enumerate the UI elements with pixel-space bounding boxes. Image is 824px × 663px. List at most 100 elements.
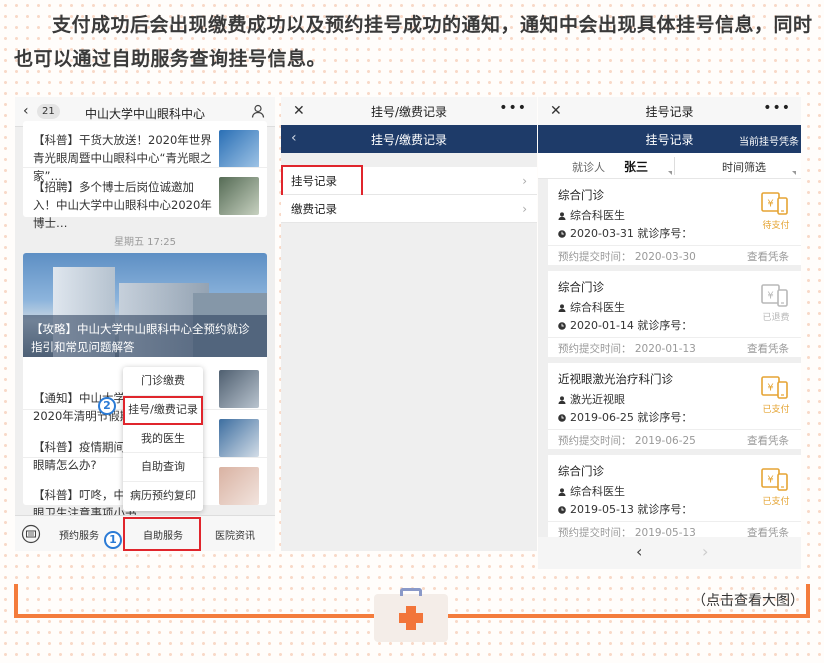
more-icon[interactable]: •••	[763, 100, 791, 116]
current-slip-link[interactable]: 当前挂号凭条	[739, 133, 799, 148]
visit-date: 2020-01-14 就诊序号：	[570, 319, 693, 332]
doctor-name: 激光近视眼	[570, 393, 625, 406]
page-header: 挂号记录 当前挂号凭条	[538, 125, 801, 153]
article-thumbnail	[219, 370, 259, 408]
registration-record-card[interactable]: 综合门诊 综合科医生 2019-05-13 就诊序号： 预约提交时间： 2019-05…	[548, 455, 801, 541]
svg-text:¥: ¥	[767, 475, 773, 486]
menu-item-registration-records[interactable]: 挂号/缴费记录	[123, 395, 203, 425]
account-title: 中山大学中山眼科中心	[84, 107, 205, 121]
article-card-top: 【科普】干货大放送！2020年世界青光眼周暨中山眼科中心“青光眼之家”… 【招聘…	[23, 121, 267, 230]
person-icon	[558, 396, 566, 404]
visit-date: 2019-05-13 就诊序号：	[570, 503, 693, 516]
prev-page-button[interactable]: ‹	[636, 542, 642, 561]
article-item[interactable]: 【招聘】多个博士后岗位诚邀加入！中山大学中山眼科中心2020年博士…	[23, 167, 267, 230]
more-icon[interactable]: •••	[499, 100, 527, 116]
submit-time: 预约提交时间： 2019-06-25	[558, 435, 696, 447]
page-title: 挂号/缴费记录	[370, 133, 448, 147]
doctor-name: 综合科医生	[570, 485, 625, 498]
doctor-row: 综合科医生	[558, 483, 625, 499]
view-large-hint[interactable]: （点击查看大图）	[692, 590, 804, 610]
self-service-popup-menu: 门诊缴费 挂号/缴费记录 我的医生 自助查询 病历预约复印	[123, 367, 203, 511]
view-slip-link[interactable]: 查看凭条	[747, 341, 789, 356]
person-icon	[558, 212, 566, 220]
nav-hospital-news[interactable]: 医院资讯	[215, 527, 255, 542]
doctor-row: 综合科医生	[558, 299, 625, 315]
view-slip-link[interactable]: 查看凭条	[747, 249, 789, 264]
doctor-row: 综合科医生	[558, 207, 625, 223]
next-page-button[interactable]: ›	[702, 542, 708, 561]
menu-item-clinic-payment[interactable]: 门诊缴费	[123, 367, 203, 396]
payment-status-label: 已支付	[762, 497, 790, 507]
person-icon[interactable]	[251, 104, 265, 118]
doctor-row: 激光近视眼	[558, 391, 625, 407]
department-name: 综合门诊	[558, 464, 604, 478]
payment-status: ¥ 已支付	[759, 467, 793, 507]
dropdown-triangle-icon	[668, 171, 672, 175]
article-thumbnail	[219, 177, 259, 215]
intro-paragraph: 支付成功后会出现缴费成功以及预约挂号成功的通知，通知中会出现具体挂号信息，同时也…	[14, 14, 813, 70]
person-icon	[558, 304, 566, 312]
menu-item-record-copy[interactable]: 病历预约复印	[123, 482, 203, 511]
submit-time: 预约提交时间： 2020-01-13	[558, 343, 696, 355]
article-thumbnail	[219, 130, 259, 168]
registration-record-card[interactable]: 综合门诊综合科医生 2020-03-31 就诊序号： 预约提交时间： 2020-03…	[548, 179, 801, 265]
clock-icon	[558, 506, 566, 514]
department-name: 综合门诊	[558, 280, 604, 294]
view-slip-link[interactable]: 查看凭条	[747, 433, 789, 448]
hero-caption[interactable]: 【攻略】中山大学中山眼科中心全预约就诊指引和常见问题解答	[23, 315, 267, 357]
clock-icon	[558, 230, 566, 238]
payment-status-label: 待支付	[762, 221, 790, 231]
payment-status: ¥ 已支付	[759, 375, 793, 415]
menu-item-self-query[interactable]: 自助查询	[123, 453, 203, 483]
menu-payment-records[interactable]: 缴费记录 ›	[281, 195, 537, 223]
payment-status-icon: ¥	[761, 192, 788, 215]
message-time: 星期五 17:25	[114, 237, 176, 248]
visit-date: 2020-03-31 就诊序号：	[570, 227, 693, 240]
time-filter[interactable]: 时间筛选	[722, 159, 766, 175]
visit-date-row: 2020-03-31 就诊序号：	[558, 225, 692, 241]
dropdown-triangle-icon	[792, 171, 796, 175]
department-name: 综合门诊	[558, 188, 604, 202]
self-service-highlight	[123, 517, 201, 551]
department-name: 近视眼激光治疗科门诊	[558, 372, 673, 386]
registration-record-card[interactable]: 近视眼激光治疗科门诊激光近视眼 2019-06-25 就诊序号： 预约提交时间： 2…	[548, 363, 801, 449]
menu-registration-records[interactable]: 挂号记录 ›	[281, 165, 537, 199]
bottom-menu-bar: 预约服务 自助服务 医院资讯	[15, 515, 275, 551]
step-1-marker: 1	[104, 531, 122, 549]
page-header: ‹ 挂号/缴费记录	[281, 125, 537, 153]
pager: ‹ ›	[538, 537, 801, 569]
payment-status: ¥ 已退费	[759, 283, 793, 323]
menu-label: 缴费记录	[291, 202, 337, 216]
payment-status-icon: ¥	[761, 376, 788, 399]
patient-label: 就诊人	[572, 161, 605, 174]
payment-status-label: 已支付	[762, 405, 790, 415]
visit-date-row: 2020-01-14 就诊序号：	[558, 317, 692, 333]
nav-appointment-service[interactable]: 预约服务	[59, 527, 99, 542]
registration-record-card[interactable]: 综合门诊综合科医生 2020-01-14 就诊序号： 预约提交时间： 2020-01…	[548, 271, 801, 357]
keyboard-icon[interactable]	[21, 524, 41, 544]
official-account-screen: ‹ 21 中山大学中山眼科中心 【科普】干货大放送！2020年世界青光眼周暨中山…	[15, 97, 275, 551]
visit-date: 2019-06-25 就诊序号：	[570, 411, 693, 424]
svg-text:¥: ¥	[767, 291, 773, 302]
webview-title: 挂号记录	[645, 105, 694, 119]
chevron-right-icon: ›	[522, 202, 527, 216]
submit-time: 预约提交时间： 2020-03-30	[558, 251, 696, 263]
article-thumbnail	[219, 419, 259, 457]
payment-status-icon: ¥	[761, 284, 788, 307]
filter-bar: 就诊人 张三 时间筛选	[538, 153, 801, 179]
patient-selector[interactable]: 张三	[624, 158, 648, 175]
menu-label: 挂号记录	[291, 174, 337, 188]
menu-item-my-doctor[interactable]: 我的医生	[123, 425, 203, 454]
webview-top-bar: ✕ 挂号/缴费记录 •••	[281, 97, 537, 125]
registration-records-screen: ✕ 挂号记录 ••• 挂号记录 当前挂号凭条 就诊人 张三 时间筛选 综合门诊综…	[538, 97, 801, 569]
payment-status-icon: ¥	[761, 468, 788, 491]
article-title: 【招聘】多个博士后岗位诚邀加入！中山大学中山眼科中心2020年博士…	[33, 180, 212, 230]
article-thumbnail	[219, 467, 259, 505]
chevron-right-icon: ›	[522, 174, 527, 188]
step-2-marker: 2	[98, 397, 116, 415]
person-icon	[558, 488, 566, 496]
svg-text:¥: ¥	[767, 199, 773, 210]
clock-icon	[558, 414, 566, 422]
webview-top-bar: ✕ 挂号记录 •••	[538, 97, 801, 125]
medical-kit-icon	[374, 588, 448, 642]
